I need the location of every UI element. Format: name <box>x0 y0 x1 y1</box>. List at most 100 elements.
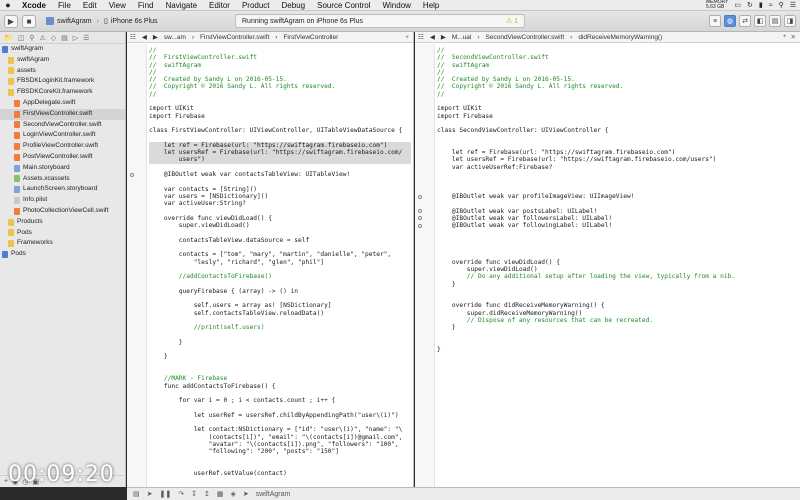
add-editor-icon[interactable]: + <box>783 33 787 41</box>
code-line[interactable]: // <box>149 91 411 98</box>
step-over-icon[interactable]: ↷ <box>178 490 184 498</box>
file-tree-item[interactable]: FirstViewController.swift <box>0 108 125 120</box>
menu-editor[interactable]: Editor <box>203 1 236 10</box>
code-line[interactable]: // <box>149 47 411 54</box>
code-line[interactable] <box>149 281 411 288</box>
code-line[interactable] <box>437 186 798 193</box>
menu-find[interactable]: Find <box>132 1 160 10</box>
folder-tab-icon[interactable]: 📁 <box>4 34 13 42</box>
code-line[interactable] <box>437 237 798 244</box>
code-line[interactable] <box>149 98 411 105</box>
code-line[interactable]: class FirstViewController: UIViewControl… <box>149 127 411 134</box>
assistant-code-area[interactable]: //// SecondViewController.swift// swiftA… <box>415 44 800 487</box>
code-line[interactable]: var users = [NSDictionary]() <box>149 193 411 200</box>
close-icon[interactable]: ✕ <box>791 33 796 41</box>
debug-toggle-icon[interactable]: ▤ <box>769 15 781 27</box>
code-line[interactable]: "following": "200", "posts": "150"] <box>149 448 411 455</box>
code-line[interactable]: var activeUser:String? <box>149 200 411 207</box>
code-line[interactable] <box>149 405 411 412</box>
code-line[interactable]: userRef.setValue(contact) <box>149 470 411 477</box>
code-line[interactable] <box>149 164 411 171</box>
code-line[interactable]: let userRef = usersRef.childByAppendingP… <box>149 412 411 419</box>
forward-icon[interactable]: ▶ <box>438 33 449 41</box>
code-line[interactable]: @IBOutlet weak var followingLabel: UILab… <box>437 222 798 229</box>
code-line[interactable]: import UIKit <box>437 105 798 112</box>
menu-debug[interactable]: Debug <box>276 1 312 10</box>
forward-icon[interactable]: ▶ <box>150 33 161 41</box>
run-button[interactable]: ▶ <box>4 14 18 28</box>
breakpoints-icon[interactable]: ➤ <box>147 490 153 498</box>
code-line[interactable]: users") <box>149 156 411 164</box>
file-tree-item[interactable]: Info.plist <box>0 195 125 206</box>
code-line[interactable]: // swiftAgram <box>149 62 411 69</box>
jump-path-0[interactable]: M...ual <box>449 34 475 41</box>
file-tree-item[interactable]: Main.storyboard <box>0 163 125 174</box>
assistant-editor-icon[interactable]: ◍ <box>724 15 736 27</box>
code-line[interactable]: queryFirebase { (array) -> () in <box>149 288 411 295</box>
version-editor-icon[interactable]: ⇄ <box>739 15 751 27</box>
code-line[interactable] <box>149 346 411 353</box>
code-line[interactable] <box>437 251 798 258</box>
code-line[interactable]: // Copyright © 2016 Sandy L. All rights … <box>437 83 798 90</box>
menu-product[interactable]: Product <box>236 1 276 10</box>
code-line[interactable] <box>437 339 798 346</box>
jump-path-1[interactable]: SecondViewController.swift <box>483 34 568 41</box>
scheme-selector[interactable]: swiftAgram › ▯ iPhone 6s Plus <box>46 17 158 25</box>
code-line[interactable]: } <box>437 346 798 353</box>
memory-graph-icon[interactable]: ◈ <box>230 490 235 498</box>
code-line[interactable] <box>149 208 411 215</box>
file-tree-item[interactable]: FBSDKLoginKit.framework <box>0 76 125 87</box>
code-line[interactable]: // Created by Sandy L on 2016-05-15. <box>149 76 411 83</box>
code-line[interactable]: //MARK - Firebase <box>149 375 411 382</box>
file-tree-item[interactable]: FBSDKCoreKit.framework <box>0 87 125 98</box>
code-line[interactable]: // <box>149 69 411 76</box>
sync-icon[interactable]: ↻ <box>747 1 753 9</box>
related-items-icon[interactable]: ☷ <box>415 33 427 41</box>
step-in-icon[interactable]: ↧ <box>191 490 197 498</box>
code-line[interactable]: let ref = Firebase(url: "https://swiftag… <box>437 149 798 156</box>
step-out-icon[interactable]: ↥ <box>204 490 210 498</box>
code-line[interactable]: } <box>437 324 798 331</box>
file-tree-item[interactable]: Products <box>0 217 125 228</box>
code-line[interactable]: // Created by Sandy L on 2016-05-15. <box>437 76 798 83</box>
code-line[interactable] <box>149 456 411 463</box>
code-line[interactable]: let ref = Firebase(url: "https://swiftag… <box>149 141 411 150</box>
file-tree-item[interactable]: LoginViewController.swift <box>0 130 125 141</box>
code-line[interactable] <box>437 142 798 149</box>
list-icon[interactable]: ☰ <box>790 1 796 9</box>
code-line[interactable] <box>149 135 411 142</box>
code-line[interactable] <box>437 332 798 339</box>
code-line[interactable] <box>437 120 798 127</box>
code-line[interactable]: func addContactsToFirebase() { <box>149 383 411 390</box>
file-tree-item[interactable]: AppDelegate.swift <box>0 98 125 109</box>
code-line[interactable]: "lesly", "richard", "glen", "phil"] <box>149 259 411 266</box>
debug-tab-icon[interactable]: ▤ <box>61 34 68 42</box>
code-line[interactable] <box>437 98 798 105</box>
code-line[interactable]: contacts = ["tom", "mary", "martin", "da… <box>149 251 411 258</box>
file-tree-item[interactable]: swiftAgram <box>0 55 125 66</box>
hide-debug-icon[interactable]: ▤ <box>133 490 140 498</box>
code-line[interactable]: @IBOutlet weak var profileImageView: UII… <box>437 193 798 200</box>
code-line[interactable] <box>149 229 411 236</box>
add-editor-icon[interactable]: + <box>405 34 409 41</box>
code-line[interactable]: // FirstViewController.swift <box>149 54 411 61</box>
view-debug-icon[interactable]: ▦ <box>217 490 224 498</box>
code-line[interactable]: // <box>437 47 798 54</box>
code-line[interactable] <box>437 135 798 142</box>
outlet-connection-icon[interactable] <box>418 194 422 199</box>
file-tree-item[interactable]: Assets.xcassets <box>0 174 125 185</box>
code-line[interactable] <box>149 178 411 185</box>
code-line[interactable]: "avatar": "\(contacts[i]).png", "followe… <box>149 441 411 448</box>
wifi-icon[interactable]: ≈ <box>769 2 773 9</box>
code-line[interactable] <box>437 288 798 295</box>
menu-xcode[interactable]: Xcode <box>16 1 52 10</box>
display-icon[interactable]: ▭ <box>734 1 741 9</box>
code-line[interactable]: override func didReceiveMemoryWarning() … <box>437 302 798 309</box>
code-line[interactable]: super.viewDidLoad() <box>437 266 798 273</box>
stop-button[interactable]: ■ <box>22 14 36 28</box>
code-line[interactable] <box>149 463 411 470</box>
code-line[interactable]: // Do any additional setup after loading… <box>437 273 798 280</box>
menu-view[interactable]: View <box>103 1 132 10</box>
code-line[interactable]: import Firebase <box>149 113 411 120</box>
menu-file[interactable]: File <box>52 1 77 10</box>
